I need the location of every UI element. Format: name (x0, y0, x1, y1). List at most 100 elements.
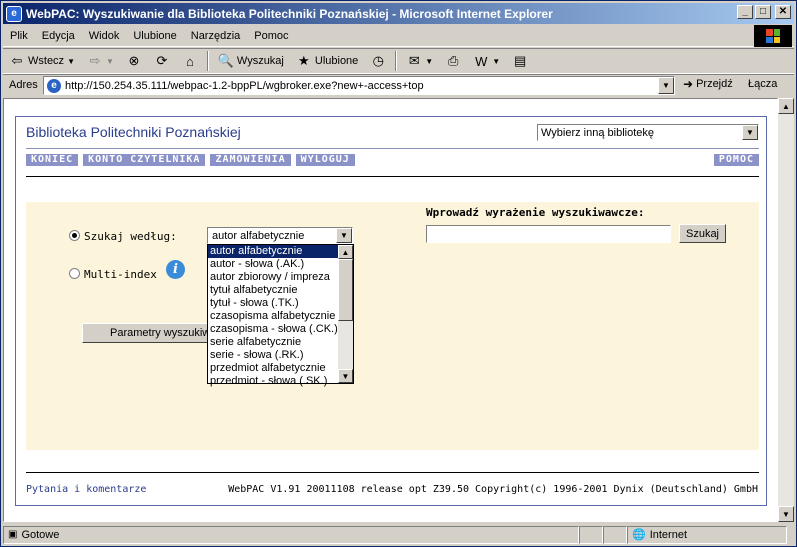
history-icon: ◷ (372, 53, 384, 68)
scroll-up-icon[interactable]: ▲ (338, 245, 353, 259)
library-select[interactable]: Wybierz inną bibliotekę ▼ (537, 124, 759, 141)
close-button[interactable]: ✕ (775, 5, 791, 19)
nav-pomoc[interactable]: POMOC (713, 154, 759, 166)
print-button[interactable]: ⎙ (439, 50, 467, 72)
favorites-button[interactable]: ★ Ulubione (290, 50, 364, 72)
history-button[interactable]: ◷ (364, 50, 392, 72)
go-arrow-icon: ➜ (683, 77, 694, 91)
status-pane-empty (603, 525, 627, 544)
copyright-text: WebPAC V1.91 20011108 release opt Z39.50… (228, 484, 758, 495)
word-icon: W (475, 53, 488, 69)
list-item[interactable]: przedmiot alfabetycznie (208, 362, 338, 375)
search-prompt: Wprowadź wyrażenie wyszukiwawcze: (426, 206, 645, 219)
menu-edycja[interactable]: Edycja (35, 30, 82, 42)
edit-button[interactable]: W ▼ (467, 50, 506, 72)
listbox-scrollbar[interactable]: ▲ ▼ (338, 245, 353, 383)
nav-konto-czytelnika[interactable]: KONTO CZYTELNIKA (83, 154, 206, 166)
zone-text: Internet (649, 528, 688, 541)
refresh-button[interactable]: ⟳ (148, 50, 176, 72)
document-icon: ▤ (513, 53, 527, 68)
info-icon[interactable]: i (166, 260, 185, 279)
window-title: WebPAC: Wyszukiwanie dla Biblioteka Poli… (26, 6, 553, 21)
list-item[interactable]: czasopisma - słowa (.CK.) (208, 323, 338, 336)
ie-page-icon: e (47, 78, 61, 93)
scroll-thumb[interactable] (338, 259, 353, 321)
globe-icon: 🌐 (632, 529, 646, 541)
forward-button[interactable]: ⇨ ▼ (81, 50, 120, 72)
go-button[interactable]: ➜ Przejdź (683, 77, 733, 91)
stop-button[interactable]: ⊗ (120, 50, 148, 72)
dropdown-icon: ▼ (67, 56, 75, 66)
nav-zamowienia[interactable]: ZAMÓWIENIA (210, 154, 291, 166)
menu-ulubione[interactable]: Ulubione (126, 30, 183, 42)
multi-index-radio[interactable] (69, 268, 80, 279)
header-divider (26, 148, 759, 149)
favorites-icon: ★ (298, 53, 310, 68)
menu-pomoc[interactable]: Pomoc (247, 30, 295, 42)
list-item[interactable]: serie alfabetycznie (208, 336, 338, 349)
nav-koniec[interactable]: KONIEC (26, 154, 79, 166)
search-by-label: Szukaj według: (84, 230, 177, 243)
list-item[interactable]: czasopisma alfabetycznie (208, 310, 338, 323)
feedback-link[interactable]: Pytania i komentarze (26, 484, 146, 495)
status-pane: ▣ Gotowe (3, 525, 579, 544)
nav-wyloguj[interactable]: WYLOGUJ (295, 154, 355, 166)
toolbar-separator (395, 51, 398, 71)
print-icon: ⎙ (448, 53, 459, 68)
refresh-icon: ⟳ (156, 53, 168, 68)
search-by-radio[interactable] (69, 230, 80, 241)
menu-widok[interactable]: Widok (82, 30, 127, 42)
zone-pane: 🌐 Internet (627, 525, 787, 544)
chevron-down-icon[interactable]: ▼ (336, 228, 352, 243)
home-button[interactable]: ⌂ (176, 50, 204, 72)
list-item[interactable]: autor zbiorowy / impreza (208, 271, 338, 284)
links-button[interactable]: Łącza (748, 78, 777, 90)
page-viewport: Biblioteka Politechniki Poznańskiej Wybi… (3, 98, 778, 522)
list-item[interactable]: tytuł - słowa (.TK.) (208, 297, 338, 310)
list-item[interactable]: serie - słowa (.RK.) (208, 349, 338, 362)
search-icon: 🔍 (217, 53, 234, 68)
list-item[interactable]: tytuł alfabetycznie (208, 284, 338, 297)
forward-arrow-icon: ⇨ (89, 53, 101, 68)
nav-bar: KONIEC KONTO CZYTELNIKA ZAMÓWIENIA WYLOG… (26, 154, 759, 166)
list-item[interactable]: przedmiot - słowa (.SK.) (208, 375, 338, 388)
menu-plik[interactable]: Plik (3, 30, 35, 42)
search-submit-button[interactable]: Szukaj (679, 224, 726, 243)
dropdown-icon: ▼ (425, 56, 434, 66)
search-panel: Szukaj według: Multi-index i Parametry w… (26, 202, 759, 450)
chevron-down-icon[interactable]: ▼ (658, 77, 674, 94)
dropdown-icon: ▼ (105, 56, 114, 66)
back-arrow-icon: ⇦ (11, 53, 23, 68)
chevron-down-icon[interactable]: ▼ (742, 125, 758, 140)
footer-divider (26, 472, 759, 473)
back-button[interactable]: ⇦ Wstecz ▼ (3, 50, 81, 72)
search-by-select[interactable]: autor alfabetycznie ▼ (207, 227, 353, 244)
status-text: Gotowe (21, 528, 60, 541)
multi-index-label: Multi-index (84, 268, 157, 281)
menu-narzedzia[interactable]: Narzędzia (184, 30, 248, 42)
scroll-down-icon[interactable]: ▼ (338, 369, 353, 383)
mail-icon: ✉ (408, 53, 420, 68)
nav-divider (26, 176, 759, 177)
title-bar: e WebPAC: Wyszukiwanie dla Biblioteka Po… (3, 3, 794, 24)
discuss-button[interactable]: ▤ (506, 50, 534, 72)
search-by-listbox[interactable]: autor alfabetycznie autor - słowa (.AK.)… (207, 244, 354, 387)
minimize-button[interactable]: _ (737, 5, 753, 19)
scroll-up-icon[interactable]: ▲ (778, 98, 794, 114)
search-button[interactable]: 🔍 Wyszukaj (212, 50, 290, 72)
scroll-down-icon[interactable]: ▼ (778, 506, 794, 522)
maximize-button[interactable]: □ (755, 5, 771, 19)
address-input[interactable]: e http://150.254.35.111/webpac-1.2-bppPL… (43, 76, 675, 95)
ie-logo-icon: e (6, 5, 22, 22)
toolbar-separator (206, 51, 209, 71)
standard-toolbar: ⇦ Wstecz ▼ ⇨ ▼ ⊗ ⟳ ⌂ 🔍 Wyszukaj ★ Ulubione ◷ … (3, 48, 794, 74)
list-item[interactable]: autor - słowa (.AK.) (208, 258, 338, 271)
page-scrollbar[interactable]: ▲ ▼ (778, 98, 794, 522)
browser-window: e WebPAC: Wyszukiwanie dla Biblioteka Po… (0, 0, 797, 547)
mail-button[interactable]: ✉ ▼ (400, 50, 439, 72)
list-item[interactable]: autor alfabetycznie (208, 245, 338, 258)
address-bar: Adres e http://150.254.35.111/webpac-1.2… (3, 75, 794, 97)
status-bar: ▣ Gotowe 🌐 Internet (3, 524, 794, 545)
address-url: http://150.254.35.111/webpac-1.2-bppPL/w… (65, 79, 424, 92)
search-input[interactable] (426, 225, 671, 243)
